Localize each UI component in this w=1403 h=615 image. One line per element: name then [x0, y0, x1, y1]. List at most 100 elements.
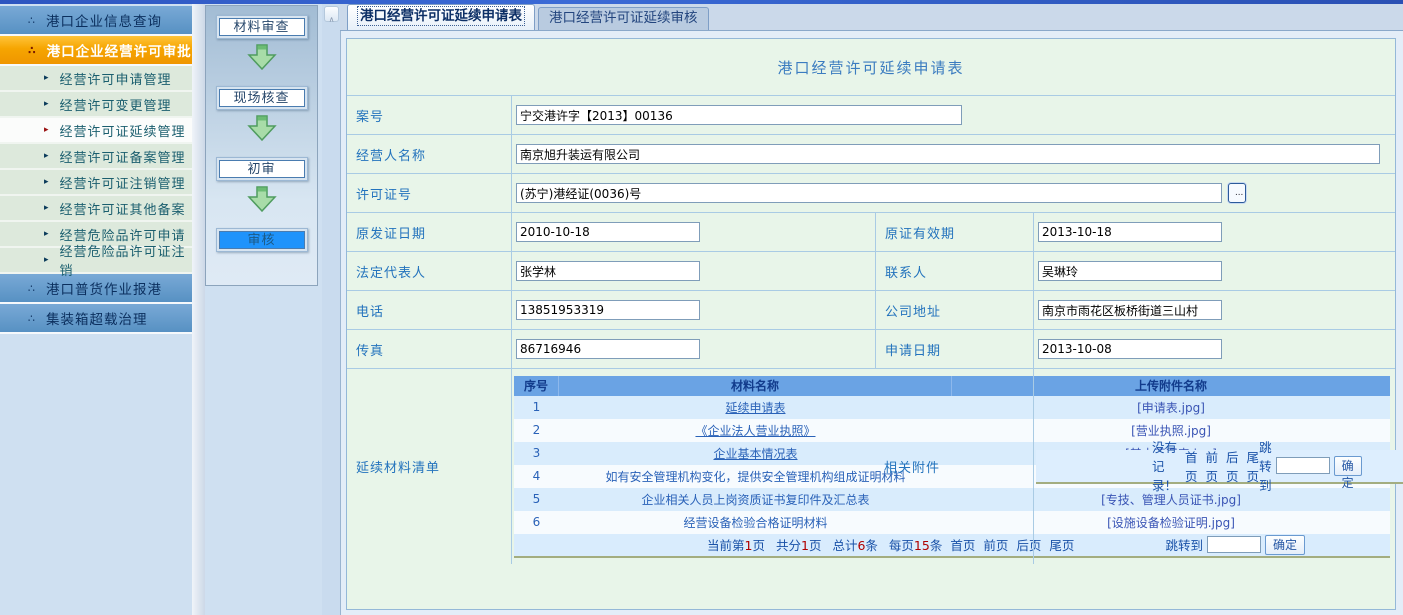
sidebar-subitem-license-change[interactable]: ▸ 经营许可变更管理 [0, 92, 192, 118]
arrow-right-icon: ▸ [44, 73, 50, 83]
menu-dots-icon: ∴ [28, 14, 36, 27]
arrow-right-icon: ▸ [44, 151, 50, 161]
arrow-right-icon: ▸ [44, 99, 50, 109]
material-name-link[interactable]: 延续申请表 [725, 399, 785, 416]
workflow-step-material-review[interactable]: 材料审查 [216, 15, 308, 39]
material-name-text: 如有安全管理机构变化，提供安全管理机构组成证明材料 [605, 468, 905, 485]
fax-label: 传真 [347, 329, 511, 368]
valid-until-row [1033, 212, 1395, 251]
material-name-text: 企业相关人员上岗资质证书复印件及汇总表 [641, 491, 869, 508]
sidebar: ∴ 港口企业信息查询 ∴ 港口企业经营许可审批 ▸ 经营许可申请管理 ▸ 经营许… [0, 6, 192, 334]
fax-row [511, 329, 875, 368]
menu-dots-icon: ∴ [28, 282, 36, 295]
operator-name-label: 经营人名称 [347, 134, 511, 173]
sidebar-subitem-label: 经营许可证注销管理 [60, 173, 186, 192]
materials-list-cell: 序号 材料名称 上传附件名称 1 延续申请表 [申请表.jpg] 2 《企业法人… [511, 368, 875, 564]
attachments-jump-confirm-button[interactable]: 确定 [1334, 456, 1362, 476]
menu-dots-icon: ∴ [28, 44, 37, 57]
address-label: 公司地址 [875, 290, 1033, 329]
sidebar-subitem-label: 经营许可变更管理 [60, 95, 172, 114]
arrow-right-icon: ▸ [44, 203, 50, 213]
valid-until-input[interactable] [1038, 222, 1222, 242]
workflow-step-label: 初审 [219, 160, 305, 178]
issue-date-row [511, 212, 875, 251]
apply-date-row [1033, 329, 1395, 368]
tab-label: 港口经营许可证延续审核 [549, 10, 698, 26]
attachments-jump-input[interactable] [1276, 457, 1330, 474]
sidebar-subitem-dangerous-goods-cancel[interactable]: ▸ 经营危险品许可证注销 [0, 248, 192, 274]
tab-label: 港口经营许可证延续申请表 [358, 7, 524, 25]
license-no-label: 许可证号 [347, 173, 511, 212]
sidebar-item-label: 集装箱超载治理 [46, 308, 148, 328]
sidebar-splitter: ◄ [192, 4, 205, 615]
license-no-input[interactable] [516, 183, 1222, 203]
arrow-down-icon [247, 115, 277, 141]
phone-row [511, 290, 875, 329]
contact-label: 联系人 [875, 251, 1033, 290]
arrow-right-icon: ▸ [44, 255, 50, 265]
sidebar-item-license-approval[interactable]: ∴ 港口企业经营许可审批 [0, 36, 192, 66]
menu-dots-icon: ∴ [28, 312, 36, 325]
jump-to-page-group: 跳转到 确定 [1259, 437, 1362, 494]
jump-to-label: 跳转到 [1259, 437, 1272, 494]
no-records-text: 没有记录！ [1152, 437, 1177, 494]
workflow-step-audit-active[interactable]: 审核 [216, 228, 308, 252]
renewal-application-form: 港口经营许可延续申请表 案号 经营人名称 许可证号 ... 原发证日期 原证有效… [346, 38, 1396, 610]
next-page-link[interactable]: 后页 [1226, 447, 1239, 485]
case-no-input[interactable] [516, 105, 962, 125]
issue-date-label: 原发证日期 [347, 212, 511, 251]
operator-name-row [511, 134, 1395, 173]
operator-name-input[interactable] [516, 144, 1380, 164]
attachments-pagination-bar: 没有记录！ 首页 前页 后页 尾页 跳转到 确定 [1036, 450, 1403, 484]
related-attachments-label: 相关附件 [875, 368, 1033, 564]
issue-date-input[interactable] [516, 222, 700, 242]
last-page-link[interactable]: 尾页 [1247, 447, 1260, 485]
sidebar-subitem-license-cancellation[interactable]: ▸ 经营许可证注销管理 [0, 170, 192, 196]
tab-renewal-application[interactable]: 港口经营许可证延续申请表 [347, 4, 535, 30]
case-no-label: 案号 [347, 95, 511, 134]
scroll-up-button[interactable]: ∧ [324, 6, 339, 22]
sidebar-subitem-label: 经营危险品许可证注销 [60, 241, 192, 279]
workflow-step-site-check[interactable]: 现场核查 [216, 86, 308, 110]
arrow-right-icon: ▸ [44, 177, 50, 187]
sidebar-subitem-label: 经营许可证备案管理 [60, 147, 186, 166]
sidebar-subitem-label: 经营许可证延续管理 [60, 121, 186, 140]
sidebar-item-label: 港口普货作业报港 [46, 278, 162, 298]
sidebar-item-container-overload[interactable]: ∴ 集装箱超载治理 [0, 304, 192, 334]
contact-input[interactable] [1038, 261, 1222, 281]
related-attachments-cell: 没有记录！ 首页 前页 后页 尾页 跳转到 确定 [1033, 368, 1395, 564]
apply-date-input[interactable] [1038, 339, 1222, 359]
prev-page-link[interactable]: 前页 [1206, 447, 1219, 485]
materials-list-label: 延续材料清单 [347, 368, 511, 564]
arrow-right-icon: ▸ [44, 229, 50, 239]
form-title: 港口经营许可延续申请表 [347, 39, 1395, 95]
vertical-scrollbar [322, 4, 340, 615]
tab-bar: 港口经营许可证延续申请表 港口经营许可证延续审核 [340, 4, 1403, 31]
sidebar-subitem-label: 经营许可申请管理 [60, 69, 172, 88]
arrow-down-icon [247, 186, 277, 212]
valid-until-label: 原证有效期 [875, 212, 1033, 251]
license-browse-button[interactable]: ... [1228, 183, 1246, 203]
sidebar-subitem-license-application[interactable]: ▸ 经营许可申请管理 [0, 66, 192, 92]
address-input[interactable] [1038, 300, 1222, 320]
phone-input[interactable] [516, 300, 700, 320]
arrow-down-icon [247, 44, 277, 70]
phone-label: 电话 [347, 290, 511, 329]
legal-rep-input[interactable] [516, 261, 700, 281]
material-name-link[interactable]: 企业基本情况表 [713, 445, 797, 462]
arrow-right-icon: ▸ [44, 125, 50, 135]
address-row [1033, 290, 1395, 329]
sidebar-subitem-license-renewal-active[interactable]: ▸ 经营许可证延续管理 [0, 118, 192, 144]
first-page-link[interactable]: 首页 [1185, 447, 1198, 485]
tab-renewal-review[interactable]: 港口经营许可证延续审核 [538, 7, 709, 30]
legal-rep-label: 法定代表人 [347, 251, 511, 290]
workflow-step-label: 材料审查 [219, 18, 305, 36]
material-name-link[interactable]: 《企业法人营业执照》 [695, 422, 815, 439]
fax-input[interactable] [516, 339, 700, 359]
workflow-step-preliminary-review[interactable]: 初审 [216, 157, 308, 181]
workflow-step-label: 审核 [219, 231, 305, 249]
contact-row [1033, 251, 1395, 290]
sidebar-subitem-license-filing[interactable]: ▸ 经营许可证备案管理 [0, 144, 192, 170]
sidebar-subitem-license-other-filing[interactable]: ▸ 经营许可证其他备案 [0, 196, 192, 222]
sidebar-item-enterprise-info-query[interactable]: ∴ 港口企业信息查询 [0, 6, 192, 36]
